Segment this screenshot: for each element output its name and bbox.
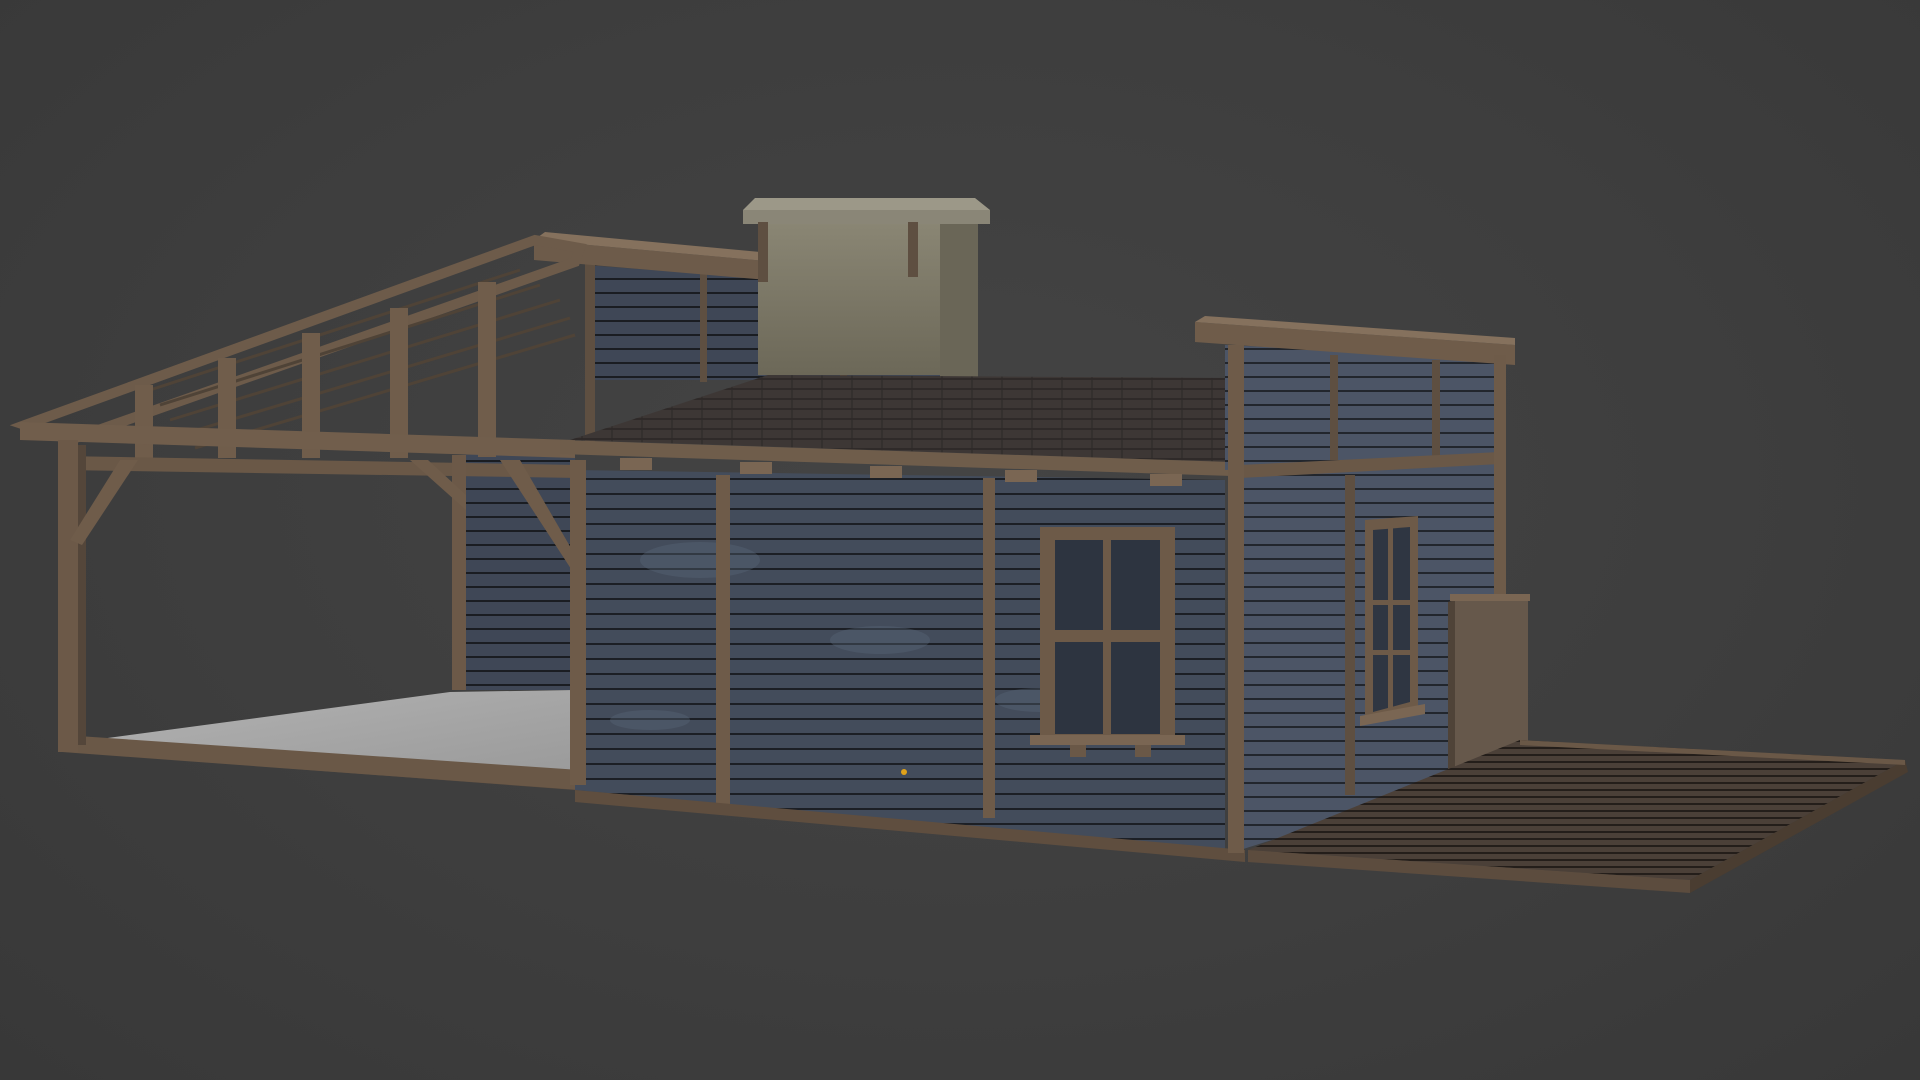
- front-window-sill: [1030, 735, 1185, 745]
- chimney: [743, 198, 990, 377]
- carport-post-left-side: [78, 445, 86, 745]
- chimney-post-mid: [908, 222, 918, 277]
- side-window: [1360, 516, 1425, 726]
- chimney-post-left: [758, 222, 768, 282]
- side-door-frame-top: [1450, 594, 1530, 601]
- side-window-mullion: [1388, 528, 1393, 708]
- chimney-cap-top: [743, 198, 990, 210]
- chimney-cap: [743, 210, 990, 224]
- side-window-rail: [1373, 600, 1410, 605]
- right-wing-side-post: [1345, 475, 1355, 795]
- right-wing-corner-post: [1228, 345, 1244, 853]
- object-origin-marker: [901, 769, 907, 775]
- shed-model-render: [9, 198, 1908, 893]
- chimney-side: [940, 222, 978, 377]
- carport-post-left: [58, 440, 78, 752]
- front-wall-post: [716, 475, 730, 810]
- right-wing-post: [1330, 355, 1338, 460]
- carport-section: [9, 234, 587, 790]
- back-wall-post: [585, 262, 595, 442]
- front-building: [560, 375, 1245, 862]
- right-wing-parapet: [1225, 345, 1500, 470]
- right-wing-post: [1432, 360, 1440, 460]
- front-window-rail: [1055, 630, 1160, 639]
- front-corner-post-left: [570, 460, 586, 785]
- front-wall-post: [983, 478, 995, 818]
- front-window: [1030, 527, 1185, 757]
- 3d-viewport[interactable]: [0, 0, 1920, 1080]
- front-window-sill-bracket: [1070, 745, 1086, 757]
- front-window-sill-bracket: [1135, 745, 1151, 757]
- side-door-edge: [1448, 600, 1455, 772]
- side-window-rail: [1373, 650, 1410, 655]
- back-wall-post: [700, 272, 707, 382]
